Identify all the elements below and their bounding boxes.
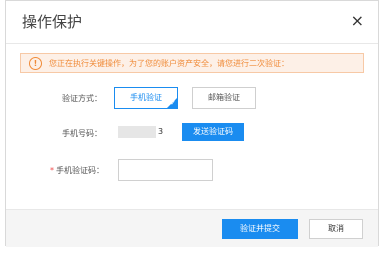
phone-label: 手机号码： — [62, 129, 102, 138]
notice-text: 您正在执行关键操作，为了您的账户资产安全，请您进行二次验证： — [49, 59, 289, 68]
dialog-footer: 验证并提交 取消 — [6, 209, 378, 247]
verify-method-label: 验证方式： — [62, 94, 102, 103]
dialog-title: 操作保护 — [22, 13, 83, 31]
method-email-button[interactable]: 邮箱验证 — [192, 87, 256, 109]
phone-number-tail: 3 — [158, 127, 164, 136]
checkmark-icon: ✓ — [170, 99, 176, 107]
operation-protection-dialog: 操作保护 × ! 您正在执行关键操作，为了您的账户资产安全，请您进行二次验证： … — [5, 0, 379, 247]
verify-submit-button[interactable]: 验证并提交 — [222, 219, 298, 239]
method-phone-button[interactable]: 手机验证 ✓ — [114, 87, 178, 109]
close-icon[interactable]: × — [351, 13, 364, 29]
required-mark: * — [50, 166, 54, 175]
cancel-button[interactable]: 取消 — [309, 219, 363, 239]
send-code-button[interactable]: 发送验证码 — [182, 123, 244, 141]
code-label-row: * 手机验证码： — [50, 165, 104, 176]
dialog-header: 操作保护 × — [6, 1, 378, 44]
warning-notice: ! 您正在执行关键操作，为了您的账户资产安全，请您进行二次验证： — [20, 53, 364, 73]
code-label: 手机验证码： — [56, 166, 104, 175]
code-input[interactable] — [118, 159, 213, 181]
method-phone-label: 手机验证 — [130, 93, 162, 102]
phone-number-masked — [118, 126, 156, 138]
warning-icon: ! — [29, 57, 42, 70]
method-email-label: 邮箱验证 — [208, 93, 240, 102]
